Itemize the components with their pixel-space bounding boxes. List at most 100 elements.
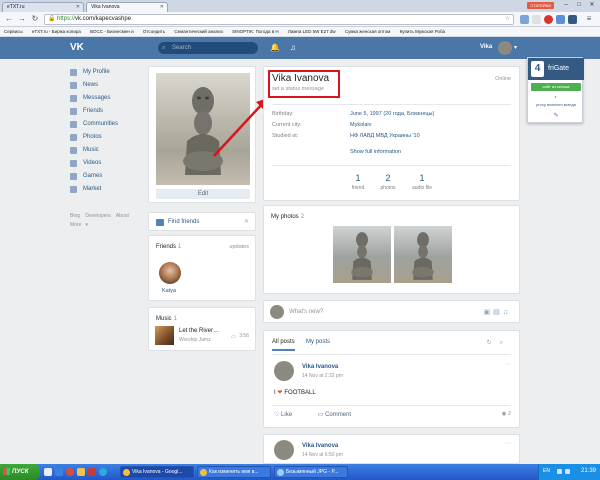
forward-icon[interactable]: →: [17, 14, 27, 24]
comment-button[interactable]: ▭ Comment: [318, 412, 363, 418]
friend-name[interactable]: Katya: [162, 288, 176, 294]
post-author[interactable]: Vika Ivanova: [302, 443, 338, 449]
close-window-icon[interactable]: ✕: [586, 1, 598, 9]
quicklaunch-icon[interactable]: [66, 468, 74, 476]
taskbar-item-browser[interactable]: Как изменить имя в...: [197, 466, 271, 478]
friends-title[interactable]: Friends 1: [156, 244, 181, 250]
chevron-down-icon[interactable]: ▾: [514, 44, 517, 51]
more-options-icon[interactable]: ···: [504, 361, 511, 368]
footer-link-more[interactable]: More: [70, 222, 81, 228]
music-title[interactable]: Music 1: [156, 316, 177, 322]
more-options-icon[interactable]: ···: [504, 440, 511, 447]
extension-icon[interactable]: [544, 15, 553, 24]
bell-icon[interactable]: 🔔: [270, 43, 280, 52]
reload-icon[interactable]: ↻: [30, 14, 40, 24]
video-icon[interactable]: ▤: [493, 309, 503, 316]
bookmark-item[interactable]: SINOPTIK: Погода в Н: [232, 29, 278, 34]
header-user-name[interactable]: Vika: [480, 44, 492, 50]
photo-thumbnail[interactable]: [394, 226, 452, 283]
extension-icon[interactable]: [520, 15, 529, 24]
menu-item-market[interactable]: Market: [70, 183, 142, 196]
bookmark-item[interactable]: eTXT.ru - Биржа копира: [32, 29, 81, 34]
studied-value[interactable]: НФ ЛАВД МВД Украины '10: [350, 133, 420, 139]
bookmark-item[interactable]: Сервисы: [4, 29, 23, 34]
frigate-proxy-label[interactable]: proxy включен всегда: [531, 102, 581, 107]
music-note-icon[interactable]: ♫: [503, 309, 511, 316]
avatar[interactable]: [498, 41, 512, 55]
menu-item-videos[interactable]: Videos: [70, 157, 142, 170]
quicklaunch-icon[interactable]: [77, 468, 85, 476]
menu-item-music[interactable]: Music: [70, 144, 142, 157]
birthday-value[interactable]: June 5, 1997 (20 года, Близнецы): [350, 111, 434, 117]
close-tab-icon[interactable]: ✕: [76, 4, 80, 10]
post-date[interactable]: 14 Nov at 2:32 pm: [302, 373, 343, 379]
post-avatar[interactable]: [274, 440, 294, 460]
menu-item-photos[interactable]: Photos: [70, 131, 142, 144]
quicklaunch-icon[interactable]: [55, 468, 63, 476]
stat-audio[interactable]: 1 audio file: [402, 173, 442, 191]
menu-item-games[interactable]: Games: [70, 170, 142, 183]
quicklaunch-icon[interactable]: [88, 468, 96, 476]
footer-link-about[interactable]: About: [116, 213, 129, 219]
language-indicator[interactable]: EN: [543, 468, 550, 474]
city-value[interactable]: Mykolaiv: [350, 122, 371, 128]
menu-item-news[interactable]: News: [70, 79, 142, 92]
frigate-icon[interactable]: [568, 15, 577, 24]
music-note-icon[interactable]: ♫: [290, 43, 296, 52]
add-track-icon[interactable]: ▭: [231, 334, 236, 340]
search-icon[interactable]: ⌕: [500, 340, 511, 346]
show-full-info-link[interactable]: Show full information: [350, 149, 401, 155]
frigate-site-button[interactable]: сайт из списка: [531, 83, 581, 91]
search-input[interactable]: ⌕ Search: [158, 42, 258, 54]
taskbar-item-chrome[interactable]: Vika Ivanova - Googl...: [120, 466, 194, 478]
track-cover[interactable]: [155, 326, 174, 345]
close-icon[interactable]: ✕: [244, 213, 249, 232]
bookmark-item[interactable]: ВОСС - Бизнесмен и: [90, 29, 133, 34]
back-icon[interactable]: ←: [4, 14, 14, 24]
footer-link-blog[interactable]: Blog: [70, 213, 80, 219]
frigate-settings-icon[interactable]: ✎: [531, 112, 581, 119]
bookmark-star-icon[interactable]: ☆: [505, 15, 510, 24]
bookmark-item[interactable]: Семантический анализ: [174, 29, 222, 34]
menu-item-friends[interactable]: Friends: [70, 105, 142, 118]
post-avatar[interactable]: [274, 361, 294, 381]
extension-icon[interactable]: [532, 15, 541, 24]
track-title[interactable]: Let the River…: [179, 328, 219, 334]
bookmark-item[interactable]: Сумка женская оптом: [345, 29, 390, 34]
quicklaunch-icon[interactable]: [99, 468, 107, 476]
friends-updates-link[interactable]: updates: [229, 244, 249, 250]
quicklaunch-icon[interactable]: [44, 468, 52, 476]
frigate-toggle-icon[interactable]: ◐: [531, 94, 581, 99]
tab-etxt[interactable]: eTXT.ru ✕: [2, 2, 84, 12]
maximize-icon[interactable]: □: [573, 1, 585, 9]
tab-all-posts[interactable]: All posts: [272, 339, 295, 351]
tab-vk[interactable]: Vika Ivanova ✕: [86, 2, 168, 12]
find-friends-card[interactable]: Find friends ✕: [148, 212, 256, 231]
minimize-icon[interactable]: –: [560, 1, 572, 9]
camera-icon[interactable]: ▣: [484, 309, 494, 316]
menu-item-my-profile[interactable]: My Profile: [70, 66, 142, 79]
photo-thumbnail[interactable]: [333, 226, 391, 283]
close-tab-icon[interactable]: ✕: [160, 4, 164, 10]
whats-new-input[interactable]: What's new?: [289, 309, 323, 315]
my-photos-title[interactable]: My photos 2: [271, 214, 304, 220]
edit-profile-button[interactable]: Edit: [156, 189, 250, 199]
bookmark-item[interactable]: Отсоедить: [143, 29, 165, 34]
bookmark-item[interactable]: Купить Мужская Роба: [400, 29, 445, 34]
footer-link-developers[interactable]: Developers: [85, 213, 110, 219]
start-button[interactable]: ПУСК: [0, 464, 40, 480]
volume-icon[interactable]: [565, 469, 570, 474]
refresh-icon[interactable]: ↻: [487, 340, 500, 346]
menu-item-messages[interactable]: Messages: [70, 92, 142, 105]
vk-logo[interactable]: VK: [70, 42, 86, 53]
tab-my-posts[interactable]: My posts: [306, 339, 330, 345]
track-artist[interactable]: Worship Jamz: [179, 337, 211, 343]
friend-avatar[interactable]: [159, 262, 181, 284]
menu-icon[interactable]: ≡: [584, 14, 594, 24]
taskbar-item-paint[interactable]: Безымянный JPG - P...: [274, 466, 348, 478]
address-bar[interactable]: 🔒 https://vk.com/kapecvashpe ☆: [44, 14, 514, 25]
post-date[interactable]: 14 Nov at 6:50 pm: [302, 452, 343, 458]
bookmark-item[interactable]: Лампа LED 5W E27 dw: [288, 29, 336, 34]
like-button[interactable]: ♡ Like: [274, 412, 304, 418]
network-icon[interactable]: [557, 469, 562, 474]
